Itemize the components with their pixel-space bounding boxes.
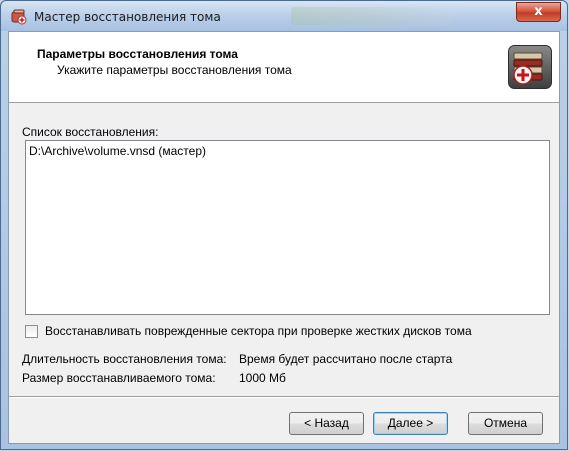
- app-icon: [11, 9, 27, 25]
- size-row: Размер восстанавливаемого тома: 1000 Мб: [22, 371, 286, 385]
- duration-row: Длительность восстановления тома: Время …: [22, 352, 452, 366]
- size-value: 1000 Мб: [239, 371, 286, 385]
- size-label: Размер восстанавливаемого тома:: [22, 371, 216, 385]
- page-title: Параметры восстановления тома: [37, 47, 238, 61]
- close-icon: x: [534, 4, 543, 19]
- repair-sectors-checkbox[interactable]: [25, 325, 38, 338]
- cancel-button[interactable]: Отмена: [468, 412, 543, 435]
- title-bar[interactable]: Мастер восстановления тома x: [1, 1, 567, 31]
- page-subtitle: Укажите параметры восстановления тома: [57, 63, 292, 77]
- background-window-title: [291, 7, 451, 25]
- restore-disk-icon: [508, 45, 552, 89]
- restore-list-label: Список восстановления:: [22, 125, 159, 139]
- wizard-window: Мастер восстановления тома x Параметры в…: [0, 0, 568, 450]
- duration-label: Длительность восстановления тома:: [22, 352, 227, 366]
- wizard-client-area: Параметры восстановления тома Укажите па…: [8, 31, 560, 444]
- close-button[interactable]: x: [516, 2, 561, 22]
- window-title: Мастер восстановления тома: [34, 10, 221, 24]
- next-button[interactable]: Далее >: [373, 412, 448, 435]
- repair-sectors-label[interactable]: Восстанавливать поврежденные сектора при…: [45, 324, 472, 338]
- wizard-header: Параметры восстановления тома Укажите па…: [9, 32, 559, 103]
- duration-value: Время будет рассчитано после старта: [239, 352, 453, 366]
- list-item[interactable]: D:\Archive\volume.vnsd (мастер): [29, 144, 206, 158]
- restore-list[interactable]: D:\Archive\volume.vnsd (мастер): [25, 140, 550, 315]
- footer-divider: [9, 396, 559, 398]
- back-button[interactable]: < Назад: [289, 412, 364, 435]
